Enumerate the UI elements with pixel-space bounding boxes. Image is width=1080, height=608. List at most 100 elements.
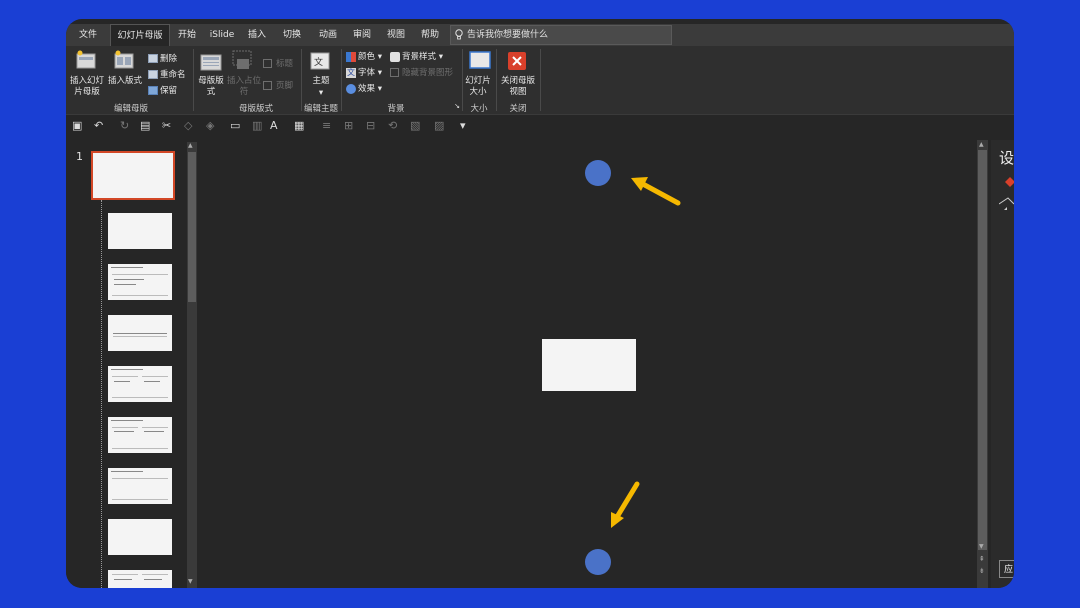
checkbox-icon bbox=[263, 59, 272, 68]
background-styles-dropdown[interactable]: 背景样式 ▾ bbox=[390, 50, 443, 62]
layout-thumbnail[interactable] bbox=[108, 315, 172, 351]
checkbox-icon bbox=[263, 81, 272, 90]
tell-me-search[interactable]: 告诉我你想要做什么 bbox=[450, 25, 672, 45]
pin-icon bbox=[148, 86, 158, 95]
top-arrow-icon bbox=[631, 177, 681, 206]
line-icon[interactable] bbox=[999, 195, 1014, 215]
theme-dropdown-icon[interactable]: ▾ bbox=[306, 88, 336, 99]
next-slide-icon[interactable]: ⇟ bbox=[979, 567, 985, 575]
insert-placeholder-icon bbox=[232, 50, 252, 69]
tab-view[interactable]: 视图 bbox=[380, 24, 412, 46]
hide-background-checkbox[interactable]: 隐藏背景图形 bbox=[390, 66, 453, 78]
redo-icon[interactable]: ↻ bbox=[120, 119, 129, 132]
slide-size-icon bbox=[469, 51, 491, 69]
design-pane-title: 设 bbox=[999, 149, 1014, 167]
colors-dropdown[interactable]: 颜色 ▾ bbox=[346, 50, 382, 62]
ungroup-icon[interactable]: ⊟ bbox=[366, 119, 375, 132]
delete-button[interactable]: 删除 bbox=[148, 52, 177, 64]
canvas-scrollbar-thumb[interactable] bbox=[978, 150, 987, 550]
preserve-button[interactable]: 保留 bbox=[148, 84, 177, 96]
distribute-icon[interactable]: ≡ bbox=[322, 119, 331, 132]
slide-editing-canvas[interactable] bbox=[201, 140, 987, 588]
title-checkbox[interactable]: 标题 bbox=[263, 57, 293, 69]
insert-slide-master-icon bbox=[76, 50, 96, 69]
slide-show-icon[interactable]: ▤ bbox=[140, 119, 150, 132]
group-label-size: 大小 bbox=[470, 104, 488, 114]
slide-number: 1 bbox=[76, 150, 83, 163]
shape-fill-icon[interactable]: ◈ bbox=[206, 119, 214, 132]
color-palette-icon bbox=[346, 51, 356, 62]
ribbon: 插入幻灯片母版 插入版式 删除 重命名 保留 编辑母版 母版版式 插入占位符 标… bbox=[66, 46, 1014, 115]
dialog-launcher-icon[interactable]: ↘ bbox=[452, 101, 462, 112]
align-icon[interactable]: ▥ bbox=[252, 119, 262, 132]
layout-thumbnail[interactable] bbox=[108, 213, 172, 249]
save-icon[interactable]: ▣ bbox=[72, 119, 82, 132]
svg-text:文: 文 bbox=[314, 56, 323, 68]
tab-transitions[interactable]: 切换 bbox=[276, 24, 308, 46]
fill-bucket-icon[interactable] bbox=[1003, 175, 1014, 189]
layout-thumbnail[interactable] bbox=[108, 264, 172, 300]
previous-slide-icon[interactable]: ⇞ bbox=[979, 555, 985, 563]
rename-icon bbox=[148, 70, 158, 79]
slide-size-button[interactable]: 幻灯片大小 bbox=[462, 76, 494, 98]
group-label-edit-master: 编辑母版 bbox=[113, 104, 148, 114]
scroll-down-icon[interactable]: ▼ bbox=[188, 578, 193, 585]
apply-button[interactable]: 应 bbox=[999, 560, 1014, 578]
group-label-edit-theme: 编辑主题 bbox=[303, 104, 338, 114]
tab-help[interactable]: 帮助 bbox=[414, 24, 446, 46]
bottom-blue-circle[interactable] bbox=[585, 549, 611, 575]
picture-icon[interactable]: ▧ bbox=[410, 119, 420, 132]
ribbon-separator bbox=[540, 49, 541, 111]
theme-button[interactable]: 主题 bbox=[306, 76, 336, 87]
crop-icon[interactable]: ▨ bbox=[434, 119, 444, 132]
rotate-icon[interactable]: ⟲ bbox=[388, 119, 397, 132]
canvas-scroll-down-icon[interactable]: ▼ bbox=[979, 543, 984, 550]
insert-layout-icon bbox=[114, 50, 134, 69]
thumbnail-scrollbar-thumb[interactable] bbox=[188, 152, 196, 302]
layout-thumbnail[interactable] bbox=[108, 468, 172, 504]
layout-thumbnail[interactable] bbox=[108, 417, 172, 453]
font-color-icon[interactable]: A bbox=[270, 119, 278, 132]
tab-review[interactable]: 审阅 bbox=[346, 24, 378, 46]
canvas-scroll-up-icon[interactable]: ▲ bbox=[979, 141, 984, 148]
effects-dropdown[interactable]: 效果 ▾ bbox=[346, 82, 382, 94]
top-blue-circle[interactable] bbox=[585, 160, 611, 186]
theme-icon: 文 bbox=[310, 52, 330, 70]
master-thumbnail[interactable] bbox=[91, 151, 175, 200]
fonts-dropdown[interactable]: 文字体 ▾ bbox=[346, 66, 382, 78]
group-icon[interactable]: ⊞ bbox=[344, 119, 353, 132]
undo-icon[interactable]: ↶ bbox=[94, 119, 103, 132]
design-pane: 设 应 bbox=[991, 140, 1014, 588]
insert-slide-master-button[interactable]: 插入幻灯片母版 bbox=[68, 76, 106, 98]
tab-insert[interactable]: 插入 bbox=[242, 24, 272, 46]
layout-thumbnail[interactable] bbox=[108, 570, 172, 588]
center-slide-rectangle[interactable] bbox=[542, 339, 636, 391]
format-painter-icon[interactable]: ✂ bbox=[162, 119, 171, 132]
tab-home[interactable]: 开始 bbox=[172, 24, 202, 46]
insert-layout-button[interactable]: 插入版式 bbox=[106, 76, 144, 87]
footer-checkbox[interactable]: 页脚 bbox=[263, 79, 293, 91]
tab-slide-master[interactable]: 幻灯片母版 bbox=[110, 24, 170, 46]
text-box-icon[interactable]: ▭ bbox=[230, 119, 240, 132]
ribbon-separator bbox=[496, 49, 497, 111]
group-label-background: 背景 bbox=[387, 104, 405, 114]
customize-toolbar-icon[interactable]: ▾ bbox=[460, 119, 466, 132]
layout-thumbnail[interactable] bbox=[108, 519, 172, 555]
layout-thumbnail[interactable] bbox=[108, 366, 172, 402]
ribbon-separator bbox=[341, 49, 342, 111]
effects-icon bbox=[346, 83, 356, 94]
lightbulb-icon bbox=[455, 29, 463, 40]
shape-icon[interactable]: ◇ bbox=[184, 119, 192, 132]
ribbon-tabs: 文件 幻灯片母版 开始 iSlide 插入 切换 动画 审阅 视图 帮助 告诉我… bbox=[66, 24, 1014, 46]
master-layout-button[interactable]: 母版版式 bbox=[196, 76, 226, 98]
arrange-icon[interactable]: ▦ bbox=[294, 119, 304, 132]
tab-animations[interactable]: 动画 bbox=[312, 24, 344, 46]
scroll-up-icon[interactable]: ▲ bbox=[188, 142, 193, 149]
delete-icon bbox=[148, 54, 158, 63]
close-master-view-button[interactable]: 关闭母版视图 bbox=[498, 76, 538, 98]
tab-islide[interactable]: iSlide bbox=[206, 24, 238, 46]
rename-button[interactable]: 重命名 bbox=[148, 68, 186, 80]
tab-file[interactable]: 文件 bbox=[70, 24, 106, 46]
insert-placeholder-button[interactable]: 插入占位符 bbox=[226, 76, 262, 98]
close-icon bbox=[508, 52, 526, 70]
